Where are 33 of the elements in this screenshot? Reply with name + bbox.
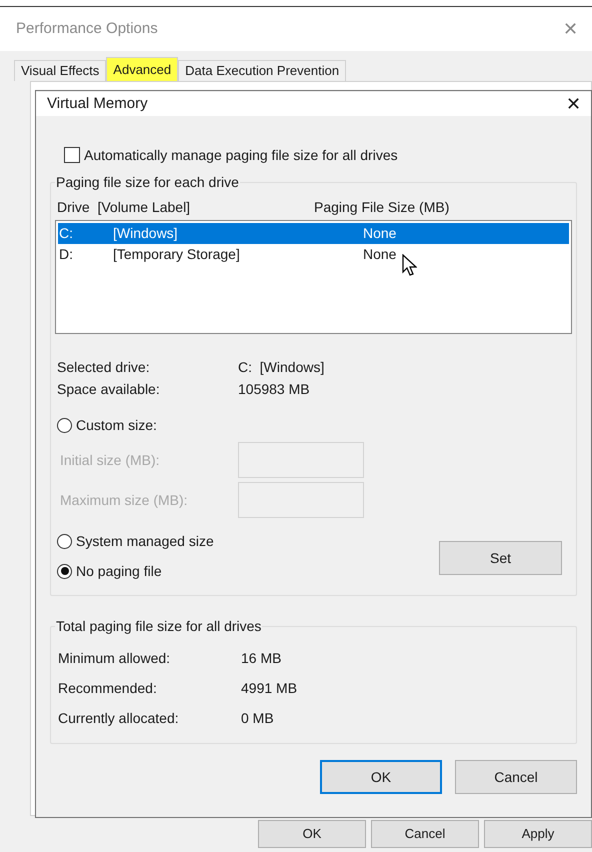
window-button[interactable]: OK: [258, 820, 366, 848]
field-value: 105983 MB: [238, 380, 310, 398]
tab[interactable]: Data Execution Prevention: [178, 60, 346, 81]
field-label: Recommended:: [58, 678, 158, 698]
window-button[interactable]: Apply: [484, 820, 592, 848]
close-button[interactable]: ✕: [566, 90, 581, 118]
checkbox-label: Automatically manage paging file size for all drives: [84, 146, 398, 165]
field-value: 0 MB: [241, 708, 274, 728]
checkbox[interactable]: Automatically manage paging file size for all drives: [64, 144, 577, 166]
window-button[interactable]: Cancel: [371, 820, 479, 848]
drive-list[interactable]: C: [Windows] None D: [Temporary Storage] None: [55, 220, 572, 334]
dialog-button[interactable]: OK: [320, 760, 442, 794]
set-button[interactable]: Set: [439, 541, 562, 575]
field-value: 16 MB: [241, 648, 282, 668]
field-value: C: [Windows]: [238, 358, 324, 377]
window-title: Performance Options: [16, 18, 158, 39]
dialog-button[interactable]: Cancel: [455, 760, 577, 794]
tab[interactable]: Advanced: [106, 57, 178, 81]
column-header: Drive [Volume Label]: [57, 198, 192, 217]
dialog-title: Virtual Memory: [47, 94, 148, 114]
list-row[interactable]: C: [Windows] None: [58, 223, 569, 244]
column-header: Paging File Size (MB): [314, 198, 450, 217]
mouse-cursor-icon: [402, 254, 417, 276]
field-label: Selected drive:: [57, 358, 151, 376]
tab[interactable]: Visual Effects: [14, 60, 106, 81]
list-row[interactable]: D: [Temporary Storage] None: [58, 244, 569, 265]
radio-button[interactable]: Custom size:: [57, 410, 576, 440]
field-value: 4991 MB: [241, 678, 298, 698]
field-label: Initial size (MB):: [59, 450, 161, 470]
field-label: Space available:: [57, 380, 161, 399]
field-label: Currently allocated:: [58, 708, 180, 728]
field-label: Maximum size (MB):: [59, 490, 189, 510]
field-label: Minimum allowed:: [58, 648, 172, 668]
